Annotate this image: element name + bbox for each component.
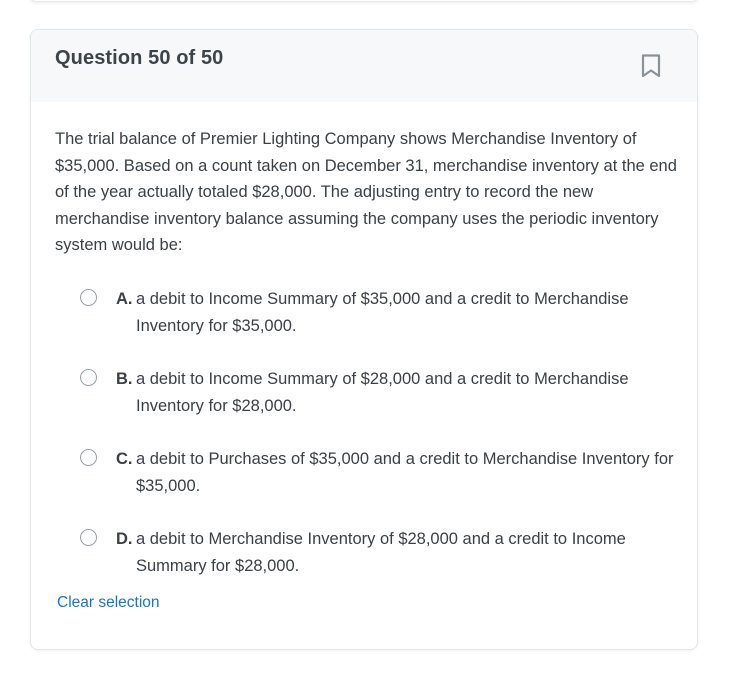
radio-button-b[interactable] — [80, 368, 97, 386]
option-text: a debit to Income Summary of $35,000 and… — [136, 289, 629, 335]
option-d[interactable]: D. a debit to Merchandise Inventory of $… — [55, 526, 673, 579]
radio-button-d[interactable] — [80, 528, 97, 546]
bookmark-button[interactable] — [638, 51, 664, 81]
option-a[interactable]: A. a debit to Income Summary of $35,000 … — [55, 286, 673, 339]
previous-card-edge — [30, 0, 698, 2]
option-text: a debit to Purchases of $35,000 and a cr… — [136, 449, 674, 495]
option-letter: D. — [116, 529, 133, 548]
option-text: a debit to Income Summary of $28,000 and… — [136, 369, 629, 415]
option-letter: B. — [116, 369, 133, 388]
option-text: a debit to Merchandise Inventory of $28,… — [136, 529, 626, 575]
answer-options: A. a debit to Income Summary of $35,000 … — [55, 286, 674, 579]
option-letter: C. — [116, 449, 133, 468]
radio-button-a[interactable] — [80, 288, 97, 306]
option-letter: A. — [116, 289, 133, 308]
bookmark-icon — [641, 54, 661, 78]
option-c[interactable]: C. a debit to Purchases of $35,000 and a… — [55, 446, 674, 499]
question-card: Question 50 of 50 The trial balance of P… — [30, 29, 698, 650]
clear-selection-link[interactable]: Clear selection — [57, 594, 160, 612]
question-stem: The trial balance of Premier Lighting Co… — [55, 130, 677, 254]
radio-button-c[interactable] — [80, 448, 97, 466]
question-title: Question 50 of 50 — [55, 47, 224, 69]
question-header: Question 50 of 50 — [31, 30, 697, 102]
option-b[interactable]: B. a debit to Income Summary of $28,000 … — [55, 366, 673, 419]
question-body: The trial balance of Premier Lighting Co… — [31, 102, 697, 579]
